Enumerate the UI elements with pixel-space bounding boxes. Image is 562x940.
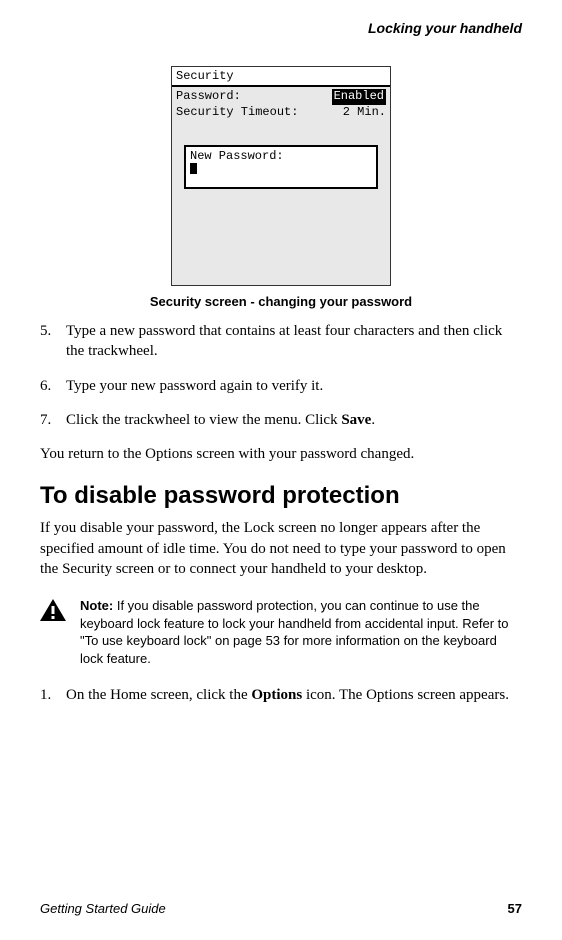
section-heading-disable: To disable password protection [40,482,522,510]
page-footer: Getting Started Guide 57 [40,901,522,916]
step-text: On the Home screen, click the Options ic… [66,685,522,705]
note-text: Note: If you disable password protection… [80,597,522,667]
disable-step-1: 1. On the Home screen, click the Options… [40,685,522,705]
step-7: 7. Click the trackwheel to view the menu… [40,410,522,430]
warning-icon [40,599,66,621]
timeout-label: Security Timeout: [176,105,298,121]
paragraph-return: You return to the Options screen with yo… [40,444,522,464]
step-number: 1. [40,685,66,705]
step-number: 7. [40,410,66,430]
step-text: Type a new password that contains at lea… [66,321,522,362]
step-text: Type your new password again to verify i… [66,376,522,396]
paragraph-disable-intro: If you disable your password, the Lock s… [40,518,522,579]
screenshot-figure: Security Password: Enabled Security Time… [40,66,522,286]
password-label: Password: [176,89,241,105]
timeout-value: 2 Min. [343,105,386,121]
screen-row-password: Password: Enabled [176,89,386,105]
new-password-dialog: New Password: [184,145,378,189]
step-5: 5. Type a new password that contains at … [40,321,522,362]
footer-page-number: 57 [508,901,522,916]
cursor-icon [190,163,197,174]
page-header: Locking your handheld [40,20,522,36]
screen-title: Security [172,67,390,87]
step-number: 5. [40,321,66,362]
note-callout: Note: If you disable password protection… [40,597,522,667]
figure-caption: Security screen - changing your password [40,294,522,309]
new-password-label: New Password: [190,149,372,163]
footer-guide-title: Getting Started Guide [40,901,166,916]
step-text: Click the trackwheel to view the menu. C… [66,410,522,430]
step-number: 6. [40,376,66,396]
step-6: 6. Type your new password again to verif… [40,376,522,396]
security-screen-mock: Security Password: Enabled Security Time… [171,66,391,286]
password-value: Enabled [332,89,386,105]
screen-row-timeout: Security Timeout: 2 Min. [176,105,386,121]
